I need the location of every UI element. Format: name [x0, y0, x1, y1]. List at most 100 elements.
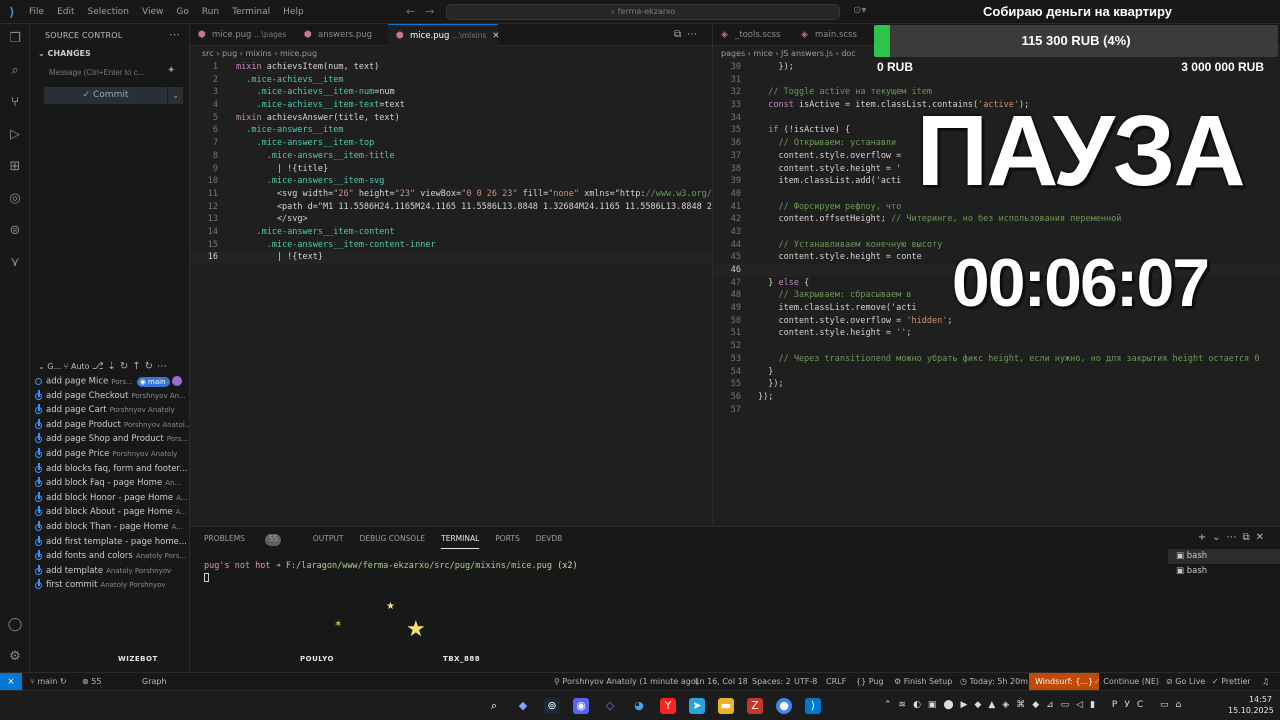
steam-icon[interactable]: ⊚ — [544, 698, 560, 714]
graph-header[interactable]: ⌄ G... ⑂ Auto ⎇⇣↻↑↻⋯ — [30, 360, 190, 375]
commit-row[interactable]: add page Mice Pors... ◉ main — [30, 375, 190, 390]
sparkle-icon[interactable]: ✦ — [167, 65, 175, 76]
status-encoding[interactable]: UTF-8 — [794, 673, 817, 691]
menu-selection[interactable]: Selection — [88, 7, 129, 17]
tab-tools-scss[interactable]: ◈ _tools.scss — [713, 24, 793, 46]
search-icon[interactable]: ⌕ — [6, 62, 24, 80]
commit-row[interactable]: add page Price Porshnyov Anatoly — [30, 447, 190, 463]
menu-edit[interactable]: Edit — [57, 7, 74, 17]
more-actions-icon[interactable]: ⋯ — [169, 28, 180, 41]
extensions-icon[interactable]: ⊞ — [6, 158, 24, 176]
code-line[interactable]: 42 content.offsetHeight; // Читеринге, н… — [713, 213, 1280, 226]
search-icon[interactable]: ⌕ — [486, 698, 502, 714]
code-line[interactable]: 16 | !{text} — [190, 251, 712, 264]
status-blame[interactable]: ⚲ Porshnyov Anatoly (1 minute ago) — [554, 673, 699, 691]
changes-header[interactable]: ⌄ CHANGES — [38, 49, 91, 58]
code-line[interactable]: 14 .mice-answers__item-content — [190, 226, 712, 239]
commit-row[interactable]: add fonts and colors Anatoly Pors... — [30, 550, 190, 565]
tab-debug-console[interactable]: DEBUG CONSOLE — [359, 534, 425, 549]
tab-answers-pug[interactable]: ⬢ answers.pug — [296, 24, 392, 46]
code-line[interactable]: 4 .mice-achievs__item-text=text — [190, 99, 712, 112]
code-line[interactable]: 12 <path d="M1 11.5586H24.1165M24.1165 1… — [190, 201, 712, 214]
commit-row[interactable]: add page Cart Porshnyov Anatoly — [30, 404, 190, 419]
forward-arrow-icon[interactable]: → — [425, 5, 434, 18]
system-tray-icons[interactable]: ⌃≋◐▣⬤▶◆▲◈⌘◆⊿▭◁▮ РУС ▭⌂ — [884, 700, 1188, 710]
code-line[interactable]: 6 .mice-answers__item — [190, 124, 712, 137]
commit-row[interactable]: first commit Anatoly Porshnyov — [30, 579, 190, 594]
gitlens-icon[interactable]: ⋎ — [6, 254, 24, 272]
commit-row[interactable]: add blocks faq, form and footer... — [30, 462, 190, 478]
menu-go[interactable]: Go — [176, 7, 188, 17]
remote-icon[interactable]: ⨯ — [0, 673, 22, 691]
status-golive[interactable]: ⊘ Go Live — [1166, 673, 1205, 691]
code-line[interactable]: 5 mixin achievsAnswer(title, text) — [190, 112, 712, 125]
back-arrow-icon[interactable]: ← — [406, 5, 415, 18]
code-line[interactable]: 56}); — [713, 391, 1280, 404]
status-prettier[interactable]: ✓ Prettier — [1212, 673, 1251, 691]
status-windsurf[interactable]: Windsurf: {...} — [1029, 673, 1100, 691]
code-line[interactable]: 53 // Через transitionend можно убрать ф… — [713, 353, 1280, 366]
commit-button[interactable]: ✓ Commit — [44, 87, 168, 104]
code-line[interactable]: 3 .mice-achievs__item-num=num — [190, 86, 712, 99]
code-line[interactable]: 15 .mice-answers__item-content-inner — [190, 239, 712, 252]
telegram-icon[interactable]: ➤ — [689, 698, 705, 714]
split-editor-icon[interactable]: ⧉⋯ — [674, 29, 703, 40]
code-line[interactable]: 1 mixin achievsItem(num, text) — [190, 61, 712, 74]
code-line[interactable]: 10 .mice-answers__item-svg — [190, 175, 712, 188]
commit-message-input[interactable] — [44, 65, 164, 80]
code-line[interactable]: 54 } — [713, 366, 1280, 379]
commit-row[interactable]: add first template - page home... — [30, 535, 190, 551]
yandex-browser-icon[interactable]: Y — [660, 698, 676, 714]
menu-help[interactable]: Help — [283, 7, 304, 17]
code-line[interactable]: 55 }); — [713, 378, 1280, 391]
code-line[interactable]: 7 .mice-answers__item-top — [190, 137, 712, 150]
code-line[interactable]: 2 .mice-achievs__item — [190, 74, 712, 87]
tab-mice-pug-pages[interactable]: ⬢ mice.pug ...\pages — [190, 24, 296, 46]
run-debug-icon[interactable]: ▷ — [6, 126, 24, 144]
commit-row[interactable]: add block Than - page Home A... — [30, 520, 190, 536]
commit-row[interactable]: add block Honor - page Home A... — [30, 491, 190, 507]
edge-icon[interactable]: ◕ — [631, 698, 647, 714]
code-line[interactable]: 13 </svg> — [190, 213, 712, 226]
menu-run[interactable]: Run — [202, 7, 219, 17]
code-line[interactable]: 57 — [713, 404, 1280, 417]
commit-row[interactable]: add template Anatoly Porshnyov — [30, 564, 190, 580]
status-position[interactable]: Ln 16, Col 18 — [695, 673, 748, 691]
notifications-bell-icon[interactable]: ♫ — [1262, 673, 1269, 691]
code-line[interactable]: 9 | !{title} — [190, 163, 712, 176]
commit-row[interactable]: add block Faq - page Home An... — [30, 477, 190, 492]
remote-explorer-icon[interactable]: ◎ — [6, 190, 24, 208]
source-control-icon[interactable]: ⑂ — [6, 94, 24, 112]
terminal-item[interactable]: ▣ bash — [1168, 549, 1280, 564]
filezilla-icon[interactable]: Z — [747, 698, 763, 714]
status-continue[interactable]: ✓ Continue (NE) — [1094, 673, 1159, 691]
status-graph[interactable]: Graph — [142, 673, 167, 691]
commit-row[interactable]: add page Checkout Porshnyov An... — [30, 389, 190, 405]
commit-row[interactable]: add page Product Porshnyov Anatol... — [30, 418, 190, 434]
status-spaces[interactable]: Spaces: 2 — [752, 673, 791, 691]
obsidian-icon[interactable]: ◇ — [602, 698, 618, 714]
language-indicator[interactable]: РУС — [1112, 700, 1150, 710]
code-line[interactable]: 52 — [713, 340, 1280, 353]
commit-row[interactable]: add page Shop and Product Pors... — [30, 433, 190, 448]
app-icon[interactable]: ◆ — [515, 698, 531, 714]
explorer-icon[interactable]: ❐ — [6, 30, 24, 48]
copilot-icon[interactable]: ⊙▾ — [853, 5, 866, 16]
tab-terminal[interactable]: TERMINAL — [441, 534, 480, 549]
graph-toolbar-icons[interactable]: ⎇⇣↻↑↻⋯ — [92, 361, 171, 372]
tab-devdb[interactable]: DEVDB — [536, 534, 563, 549]
breadcrumb-right[interactable]: pages › mice › JS answers.js › doc — [713, 47, 856, 61]
tab-main-scss[interactable]: ◈ main.scss — [793, 24, 873, 46]
gear-icon[interactable]: ⚙ — [6, 648, 24, 666]
status-language[interactable]: {} Pug — [856, 673, 884, 691]
status-branch[interactable]: ⑂ main ↻ — [30, 673, 67, 691]
tab-mice-pug-mixins[interactable]: ⬢ mice.pug ...\mixins ✕ — [388, 24, 500, 46]
tab-output[interactable]: OUTPUT — [313, 534, 344, 549]
panel-controls[interactable]: +⌄⋯⧉✕ — [1198, 532, 1270, 543]
command-center[interactable]: ⌕ ferma-ekzarxo — [446, 4, 840, 20]
menu-view[interactable]: View — [142, 7, 163, 17]
tab-problems[interactable]: PROBLEMS 55 — [204, 534, 297, 549]
code-area-left[interactable]: 1 mixin achievsItem(num, text) 2 .mice-ach… — [190, 61, 712, 264]
discord-icon[interactable]: ◉ — [573, 698, 589, 714]
commit-row[interactable]: add block About - page Home A... — [30, 506, 190, 521]
